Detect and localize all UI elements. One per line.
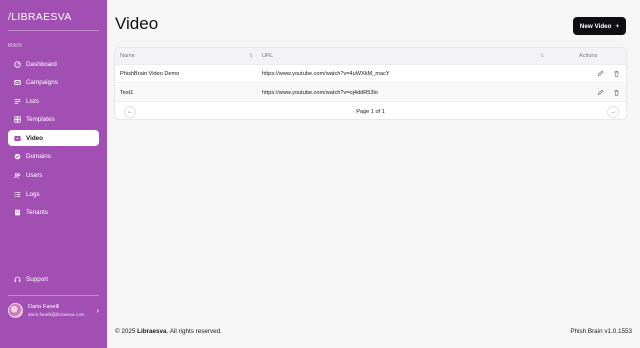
sidebar-item-label: Users: [26, 172, 43, 180]
sidebar-item-logs[interactable]: Logs: [8, 186, 99, 202]
sidebar-item-tenants[interactable]: Tenants: [8, 205, 99, 221]
sidebar-item-label: Lists: [26, 97, 39, 105]
sidebar-item-label: Domains: [26, 153, 51, 161]
copyright-prefix: © 2025: [115, 328, 138, 335]
dashboard-icon: [14, 60, 21, 68]
users-icon: [14, 172, 21, 179]
sidebar-item-support[interactable]: Support: [8, 271, 99, 287]
video-name: PhishBrain Video Demo: [120, 71, 180, 77]
app-version: Phish Brain v1.0.1553: [570, 328, 632, 335]
sidebar-item-lists[interactable]: Lists: [8, 93, 99, 109]
sidebar: /LIBRAESVA MAIN Dashboard Campaigns List…: [0, 0, 107, 348]
libraesva-logo[interactable]: /LIBRAESVA: [8, 11, 72, 23]
chevron-right-icon: ›: [96, 306, 99, 315]
sidebar-item-label: Support: [26, 275, 49, 283]
sidebar-item-dashboard[interactable]: Dashboard: [8, 56, 99, 72]
nav-section-label: MAIN: [8, 43, 23, 49]
sidebar-item-label: Logs: [26, 190, 40, 198]
new-video-button[interactable]: New Video +: [573, 17, 626, 35]
new-video-label: New Video: [579, 22, 612, 30]
logs-icon: [14, 191, 21, 198]
templates-icon: [14, 116, 21, 123]
column-header-actions: Actions: [579, 53, 598, 59]
company-name: Libraesva: [137, 328, 167, 335]
sidebar-item-label: Templates: [26, 116, 55, 124]
sidebar-item-label: Campaigns: [26, 79, 58, 87]
edit-icon[interactable]: [596, 88, 605, 97]
sidebar-item-label: Tenants: [26, 209, 49, 217]
page-title: Video: [115, 14, 159, 33]
video-table: Name ⇅ URL ⇅ Actions PhishBrain Video De…: [114, 47, 627, 120]
column-header-url[interactable]: URL: [262, 53, 273, 59]
sidebar-item-campaigns[interactable]: Campaigns: [8, 75, 99, 91]
copyright-suffix: . All rights reserved.: [166, 328, 222, 335]
sidebar-item-templates[interactable]: Templates: [8, 112, 99, 128]
sidebar-item-video[interactable]: Video: [8, 130, 99, 147]
table-header: Name ⇅ URL ⇅ Actions: [115, 48, 626, 65]
plus-icon: +: [615, 22, 620, 30]
table-row[interactable]: Test1 https://www.youtube.com/watch?v=oj…: [115, 84, 626, 102]
sidebar-item-label: Video: [26, 134, 44, 142]
user-email: dario.fanelli@libraesva.com: [28, 312, 85, 317]
arrow-right-icon[interactable]: →: [607, 106, 619, 118]
user-divider: [8, 295, 99, 296]
video-name: Test1: [120, 90, 134, 96]
edit-icon[interactable]: [596, 69, 605, 78]
pagination: ← Page 1 of 1 →: [115, 103, 626, 119]
trash-icon[interactable]: [612, 69, 621, 78]
table-row[interactable]: PhishBrain Video Demo https://www.youtub…: [115, 65, 626, 83]
support-section: Support: [8, 271, 99, 290]
sidebar-nav: Dashboard Campaigns Lists Templates Vide…: [8, 56, 99, 223]
trash-icon[interactable]: [612, 88, 621, 97]
sidebar-item-domains[interactable]: Domains: [8, 149, 99, 165]
lists-icon: [14, 98, 21, 105]
page-indicator: Page 1 of 1: [356, 109, 385, 115]
campaigns-icon: [14, 79, 21, 86]
sidebar-item-users[interactable]: Users: [8, 168, 99, 184]
domains-icon: [14, 153, 21, 160]
sort-icon[interactable]: ⇅: [540, 53, 544, 59]
avatar: [8, 303, 23, 318]
user-info: Dario Fanelli dario.fanelli@libraesva.co…: [28, 304, 96, 317]
video-url[interactable]: https://www.youtube.com/watch?v=oj4ddR53…: [262, 90, 378, 96]
sort-icon[interactable]: ⇅: [249, 53, 253, 59]
user-name: Dario Fanelli: [28, 304, 60, 310]
logo-divider: [8, 30, 99, 31]
tenants-icon: [14, 209, 21, 216]
sidebar-item-label: Dashboard: [26, 60, 57, 68]
headset-icon: [14, 276, 21, 283]
column-header-name[interactable]: Name: [120, 53, 135, 59]
video-url[interactable]: https://www.youtube.com/watch?v=4uWXkM_m…: [262, 71, 390, 77]
video-icon: [14, 135, 21, 142]
user-menu[interactable]: Dario Fanelli dario.fanelli@libraesva.co…: [8, 303, 99, 318]
copyright: © 2025 Libraesva. All rights reserved.: [115, 328, 222, 335]
